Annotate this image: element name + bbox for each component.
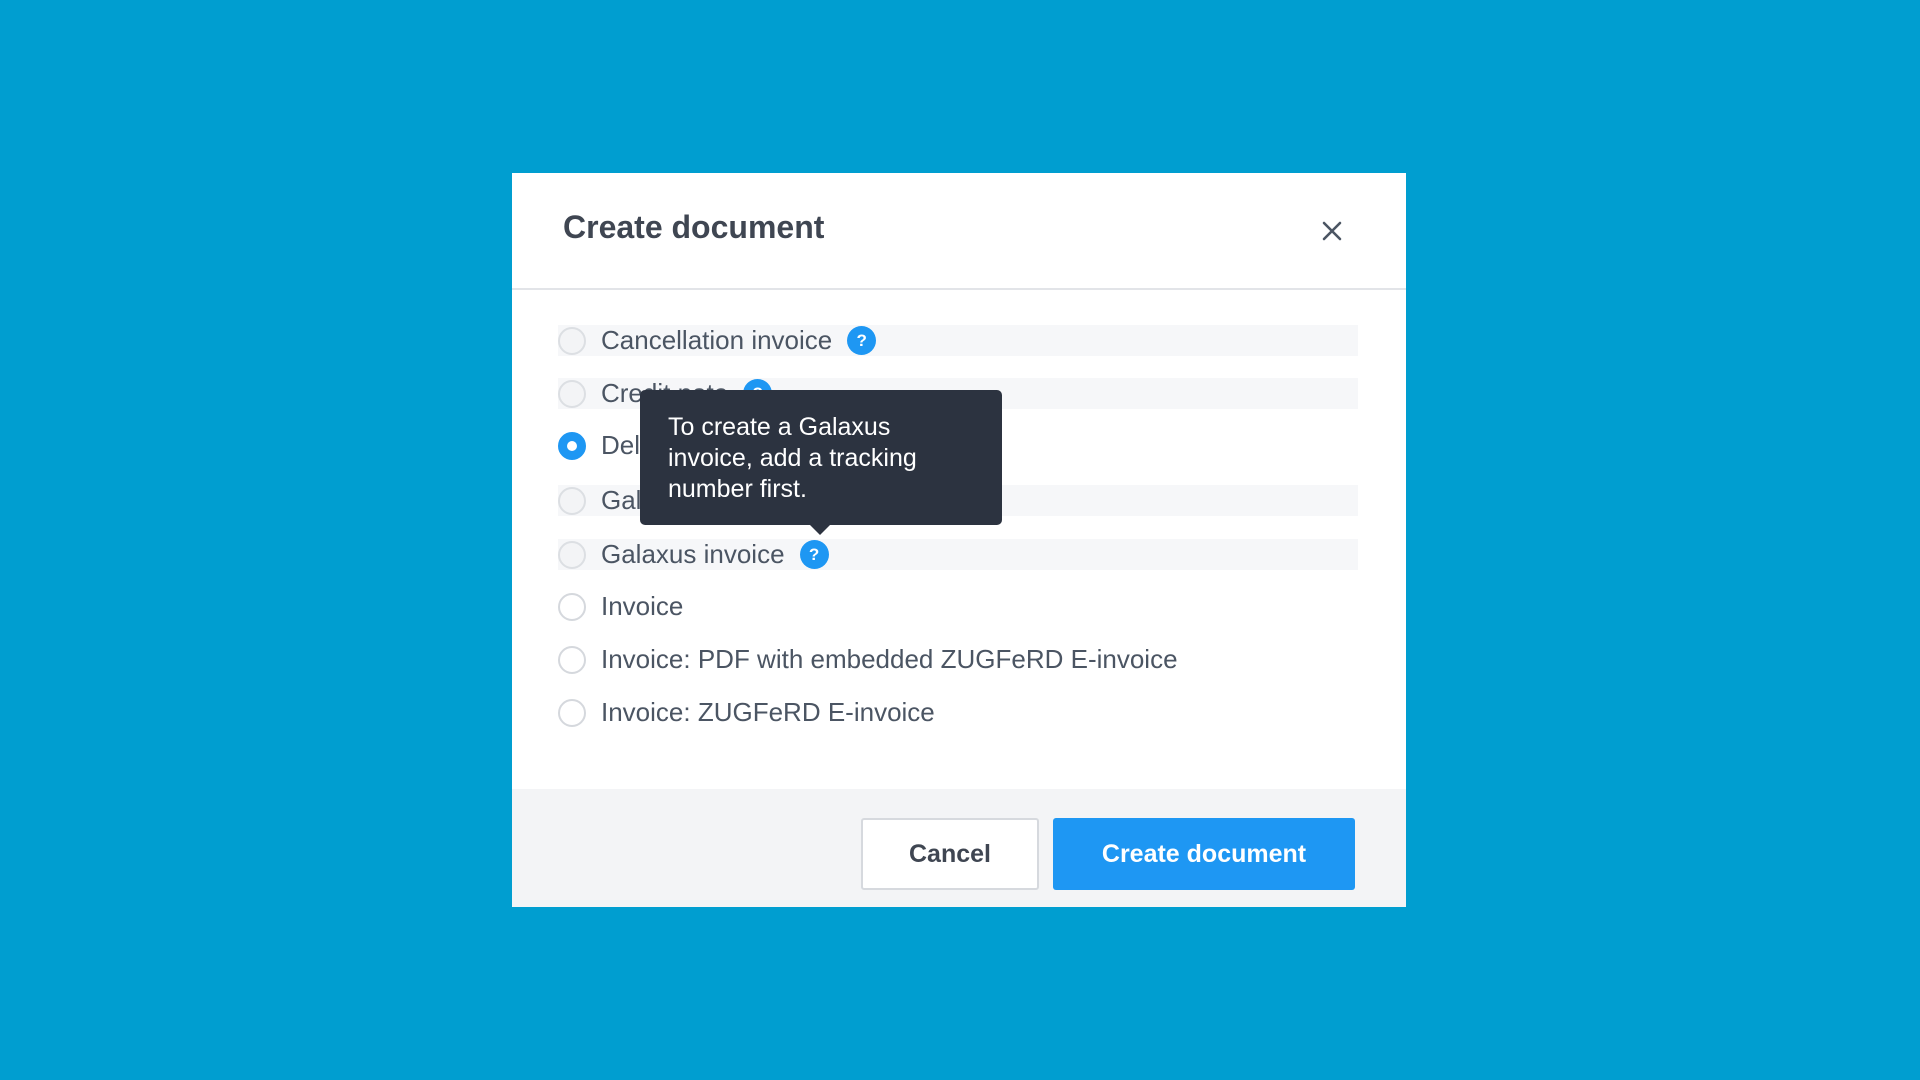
option-label: Cancellation invoice [601, 325, 833, 355]
option-cancellation-invoice[interactable]: Cancellation invoice ? [558, 325, 1358, 356]
option-label: Invoice: ZUGFeRD E-invoice [601, 697, 935, 727]
radio-button[interactable] [558, 379, 586, 408]
tooltip: To create a Galaxus invoice, add a track… [640, 390, 1002, 535]
option-invoice-pdf-zugferd[interactable]: Invoice: PDF with embedded ZUGFeRD E-inv… [558, 644, 1358, 675]
radio-button[interactable] [558, 698, 586, 727]
close-icon [1322, 221, 1342, 241]
radio-button[interactable] [558, 645, 586, 674]
question-circle-icon[interactable]: ? [847, 326, 877, 355]
radio-button[interactable] [558, 486, 586, 515]
option-label: Galaxus invoice [601, 539, 785, 569]
radio-button[interactable] [558, 540, 586, 569]
cancel-button[interactable]: Cancel [861, 818, 1039, 890]
dialog-title: Create document [563, 209, 825, 245]
radio-button[interactable] [558, 592, 586, 621]
close-button[interactable] [1315, 214, 1349, 248]
option-label: Invoice [601, 591, 684, 621]
radio-button[interactable] [558, 326, 586, 355]
radio-button-checked[interactable] [558, 431, 586, 460]
option-invoice[interactable]: Invoice [558, 591, 1358, 622]
dialog-footer: Cancel Create document [512, 789, 1406, 907]
create-document-dialog: Create document Cancellation invoice ? C… [512, 173, 1406, 907]
option-galaxus-invoice[interactable]: Galaxus invoice ? [558, 539, 1358, 570]
option-invoice-zugferd[interactable]: Invoice: ZUGFeRD E-invoice [558, 697, 1358, 728]
dialog-header: Create document [512, 173, 1406, 290]
create-document-button[interactable]: Create document [1053, 818, 1355, 890]
question-circle-icon[interactable]: ? [799, 540, 829, 569]
option-label: Invoice: PDF with embedded ZUGFeRD E-inv… [601, 644, 1178, 674]
